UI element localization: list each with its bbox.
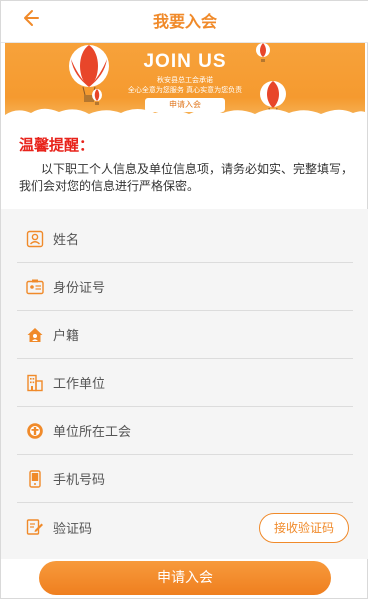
cloud-decoration: [5, 108, 365, 121]
verify-code-field[interactable]: 验证码 接收验证码: [17, 503, 353, 551]
application-form: 姓名 身份证号 户籍 工作单位 单位所在工会 手机号码 验证码 接收验证码: [1, 209, 368, 559]
field-label: 户籍: [53, 329, 80, 344]
field-label: 手机号码: [53, 473, 106, 488]
banner-title: JOIN US: [143, 51, 227, 72]
field-label: 姓名: [53, 233, 80, 248]
id-number-field[interactable]: 身份证号: [17, 263, 353, 311]
id-card-icon: [25, 277, 45, 297]
phone-field[interactable]: 手机号码: [17, 455, 353, 503]
field-label: 身份证号: [53, 281, 106, 296]
field-label: 单位所在工会: [53, 425, 132, 440]
page-title: 我要入会: [152, 12, 217, 31]
verify-edit-icon: [25, 517, 45, 537]
top-bar: 我要入会: [1, 1, 368, 43]
send-code-button[interactable]: 接收验证码: [259, 513, 349, 543]
field-label: 验证码: [53, 521, 93, 537]
app-frame: 我要入会 JOIN US 秋安县总工会承诺 全心全意为您服务 真心实意为您负责 …: [0, 0, 368, 599]
field-label: 工作单位: [53, 377, 106, 392]
join-banner: JOIN US 秋安县总工会承诺 全心全意为您服务 真心实意为您负责 申请入会: [5, 43, 365, 121]
banner-slogan: 全心全意为您服务 真心实意为您负责: [127, 86, 243, 94]
banner-org-line: 秋安县总工会承诺: [157, 76, 213, 84]
home-icon: [25, 325, 45, 345]
submit-button[interactable]: 申请入会: [39, 561, 331, 595]
union-badge-icon: [25, 421, 45, 441]
employer-field[interactable]: 工作单位: [17, 359, 353, 407]
union-field[interactable]: 单位所在工会: [17, 407, 353, 455]
name-field[interactable]: 姓名: [17, 215, 353, 263]
person-card-icon: [25, 229, 45, 249]
tip-title: 温馨提醒：: [19, 136, 95, 154]
tip-body: 以下职工个人信息及单位信息项，请务必如实、完整填写，我们会对您的信息进行严格保密…: [19, 162, 354, 193]
phone-icon: [25, 469, 45, 489]
household-field[interactable]: 户籍: [17, 311, 353, 359]
building-icon: [25, 373, 45, 393]
